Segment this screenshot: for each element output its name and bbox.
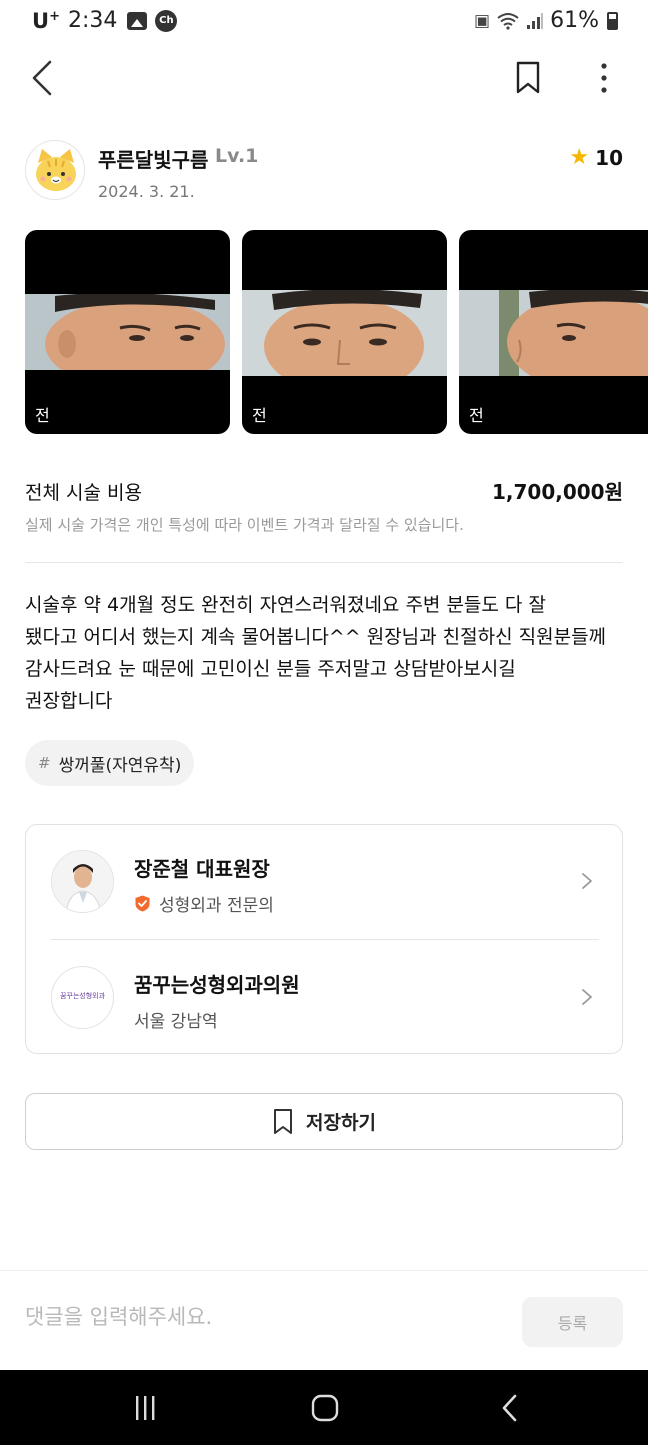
recent-apps-icon [136, 1396, 155, 1420]
photo-image [25, 294, 230, 370]
battery-percent: 61% [550, 8, 599, 33]
doctor-avatar [51, 850, 114, 913]
divider [25, 562, 623, 563]
battery-icon [607, 11, 618, 30]
reviewer-nickname: 푸른달빛구름 [98, 148, 209, 172]
rating: ★ 10 [569, 145, 623, 170]
save-button[interactable]: 저장하기 [25, 1093, 623, 1150]
cost-note: 실제 시술 가격은 개인 특성에 따라 이벤트 가격과 달라질 수 있습니다. [25, 516, 464, 534]
chevron-right-icon [582, 873, 592, 889]
hospital-location-row: 서울 강남역 [134, 1007, 218, 1032]
procedure-tag[interactable]: # 쌍꺼풀(자연유착) [25, 740, 195, 786]
photo-image [242, 290, 447, 376]
cost-row: 전체 시술 비용 1,700,000원 [25, 476, 623, 506]
chevron-right-icon [582, 989, 592, 1005]
photo-image [459, 290, 648, 376]
channel-notification-icon: Ch [155, 9, 178, 32]
review-photo-2[interactable]: 전 [242, 230, 447, 434]
wifi-icon [497, 12, 519, 30]
hospital-logo: 꿈꾸는성형외과 [51, 966, 114, 1029]
home-icon [311, 1394, 339, 1422]
back-arrow-icon [502, 1394, 517, 1422]
divider [51, 939, 599, 940]
provider-card: 장준철 대표원장 성형외과 전문의 꿈꾸는성형외과 꿈꾸는성형외과의원 서울 강… [25, 824, 623, 1054]
system-nav-bar [0, 1370, 648, 1445]
cost-label: 전체 시술 비용 [25, 482, 142, 504]
more-vertical-icon [601, 63, 607, 93]
doctor-photo-icon [52, 851, 113, 912]
review-body: 시술후 약 4개월 정도 완전히 자연스러워졌네요 주변 분들도 다 잘 됐다고… [25, 589, 625, 717]
bookmark-icon [516, 61, 540, 94]
doctor-name: 장준철 대표원장 [134, 857, 270, 881]
review-date: 2024. 3. 21. [98, 182, 195, 201]
cat-avatar-icon [36, 149, 76, 191]
avatar[interactable] [25, 140, 85, 200]
tag-label: 쌍꺼풀(자연유착) [58, 755, 182, 776]
status-left: U+ 2:34 Ch [32, 8, 178, 33]
review-body-line: 감사드려요 눈 때문에 고민이신 분들 주저말고 상담받아보시길 [25, 658, 516, 680]
rating-score: 10 [595, 145, 623, 170]
system-back-button[interactable] [490, 1390, 530, 1426]
status-right: ▣ 61% [474, 8, 618, 33]
hash-icon: # [38, 754, 51, 772]
comment-input[interactable] [25, 1305, 485, 1329]
hospital-logo-text: 꿈꾸는성형외과 [59, 992, 106, 1000]
photo-caption: 전 [252, 406, 267, 425]
review-header: 푸른달빛구름 Lv.1 2024. 3. 21. ★ 10 [25, 140, 623, 202]
status-bar: U+ 2:34 Ch ▣ 61% [0, 0, 648, 46]
recent-apps-button[interactable] [125, 1390, 165, 1426]
submit-comment-button[interactable]: 등록 [522, 1297, 623, 1347]
review-body-line: 시술후 약 4개월 정도 완전히 자연스러워졌네요 주변 분들도 다 잘 [25, 594, 546, 616]
back-button[interactable] [28, 58, 58, 98]
review-photo-1[interactable]: 전 [25, 230, 230, 434]
star-icon: ★ [569, 145, 590, 170]
review-photo-3[interactable]: 전 [459, 230, 648, 434]
carrier-label: U+ [32, 8, 60, 33]
hospital-location: 서울 강남역 [134, 1012, 218, 1032]
review-body-line: 됐다고 어디서 했는지 계속 물어봅니다^^ 원장님과 친절하신 직원분들께 [25, 626, 607, 648]
doctor-specialty-row: 성형외과 전문의 [134, 891, 274, 916]
hospital-name: 꿈꾸는성형외과의원 [134, 973, 300, 997]
photo-caption: 전 [35, 406, 50, 425]
reviewer-level: Lv.1 [215, 145, 259, 167]
bookmark-icon [274, 1108, 293, 1134]
photo-caption: 전 [469, 406, 484, 425]
signal-icon [527, 12, 544, 29]
save-label: 저장하기 [306, 1112, 376, 1134]
home-button[interactable] [305, 1390, 345, 1426]
verified-badge-icon [135, 895, 150, 912]
hospital-row[interactable]: 꿈꾸는성형외과 꿈꾸는성형외과의원 서울 강남역 [26, 941, 622, 1055]
cost-value: 1,700,000원 [491, 480, 623, 504]
nfc-icon: ▣ [474, 10, 491, 31]
doctor-row[interactable]: 장준철 대표원장 성형외과 전문의 [26, 825, 622, 939]
chevron-left-icon [32, 60, 52, 96]
comment-bar: 등록 [0, 1270, 648, 1370]
gallery-icon [127, 11, 148, 30]
doctor-specialty: 성형외과 전문의 [159, 896, 274, 916]
app-bar [0, 46, 648, 110]
review-body-line: 권장합니다 [25, 690, 113, 712]
more-button[interactable] [592, 58, 616, 98]
photo-strip[interactable]: 전 전 전 [25, 230, 648, 435]
bookmark-button[interactable] [514, 60, 542, 96]
status-time: 2:34 [67, 8, 118, 33]
